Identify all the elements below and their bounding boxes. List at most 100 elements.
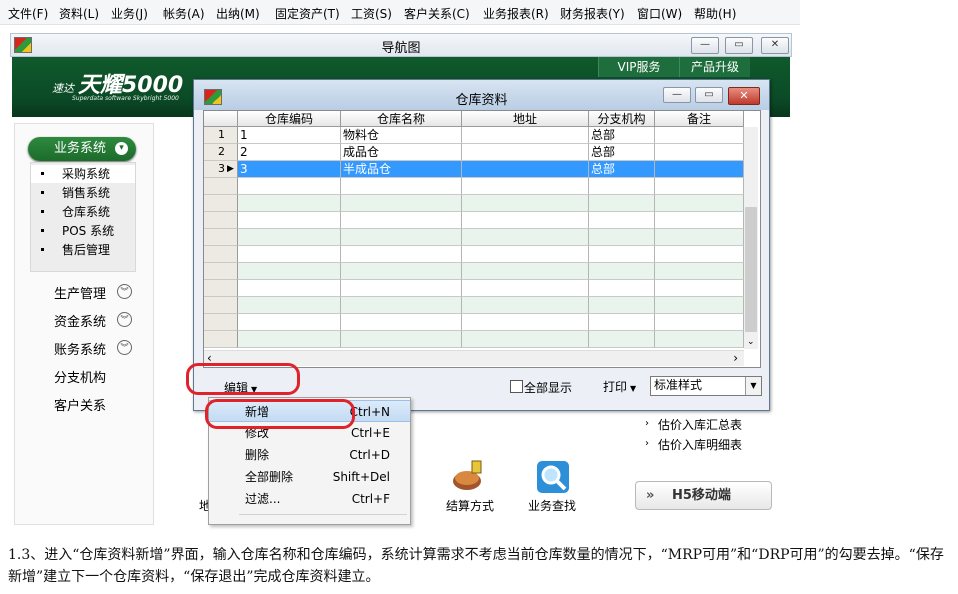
empty-cell[interactable] <box>238 314 341 331</box>
empty-cell[interactable] <box>655 263 744 280</box>
cell-address[interactable] <box>462 127 589 144</box>
empty-cell[interactable] <box>341 331 462 348</box>
row-number[interactable] <box>204 331 238 348</box>
nav-item-warehouse[interactable]: 仓库系统 <box>31 203 135 221</box>
maximize-button[interactable]: ▭ <box>725 37 753 54</box>
grid-header-address[interactable]: 地址 <box>462 111 589 127</box>
empty-cell[interactable] <box>589 331 655 348</box>
menu-cashier[interactable]: 出纳(M) <box>216 5 260 22</box>
nav-item-purchase[interactable]: 采购系统 <box>31 165 135 183</box>
empty-cell[interactable] <box>341 314 462 331</box>
empty-cell[interactable] <box>589 280 655 297</box>
link-valuation-summary[interactable]: 估价入库汇总表 <box>658 416 742 433</box>
cell-name[interactable]: 半成品仓 <box>341 161 462 178</box>
row-number[interactable] <box>204 246 238 263</box>
expand-icon[interactable]: ︾ <box>117 284 132 299</box>
empty-cell[interactable] <box>589 246 655 263</box>
empty-cell[interactable] <box>462 246 589 263</box>
cell-branch[interactable]: 总部 <box>589 127 655 144</box>
row-number[interactable] <box>204 297 238 314</box>
nav-item-after-sales[interactable]: 售后管理 <box>31 241 135 259</box>
menu-finance-reports[interactable]: 财务报表(Y) <box>560 5 625 22</box>
menu-business[interactable]: 业务(J) <box>111 5 148 22</box>
empty-cell[interactable] <box>655 229 744 246</box>
nav-group-funds[interactable]: 资金系统 <box>54 311 106 330</box>
empty-cell[interactable] <box>655 331 744 348</box>
empty-cell[interactable] <box>589 263 655 280</box>
cell-branch[interactable]: 总部 <box>589 161 655 178</box>
empty-cell[interactable] <box>238 212 341 229</box>
cell-code[interactable]: 3 <box>238 161 341 178</box>
print-button[interactable]: 打印 ▼ <box>603 378 636 395</box>
menu-business-reports[interactable]: 业务报表(R) <box>483 5 549 22</box>
empty-cell[interactable] <box>655 314 744 331</box>
menu-fixed-assets[interactable]: 固定资产(T) <box>275 5 340 22</box>
row-number[interactable] <box>204 229 238 246</box>
menu-window[interactable]: 窗口(W) <box>637 5 682 22</box>
expand-icon[interactable]: ︾ <box>117 340 132 355</box>
empty-cell[interactable] <box>655 212 744 229</box>
empty-cell[interactable] <box>589 178 655 195</box>
row-number[interactable] <box>204 280 238 297</box>
menu-item-delete-all[interactable]: 全部删除 Shift+Del <box>209 466 410 488</box>
product-upgrade-button[interactable]: 产品升级 <box>679 57 750 77</box>
empty-cell[interactable] <box>462 314 589 331</box>
empty-cell[interactable] <box>589 195 655 212</box>
menu-help[interactable]: 帮助(H) <box>694 5 736 22</box>
cell-note[interactable] <box>655 127 744 144</box>
business-system-button[interactable]: 业务系统 ▾ <box>28 137 136 161</box>
empty-cell[interactable] <box>462 297 589 314</box>
empty-cell[interactable] <box>238 280 341 297</box>
empty-cell[interactable] <box>589 212 655 229</box>
scroll-down-icon[interactable]: ⌄ <box>747 337 755 347</box>
empty-cell[interactable] <box>462 331 589 348</box>
cell-name[interactable]: 成品仓 <box>341 144 462 161</box>
empty-cell[interactable] <box>341 263 462 280</box>
nav-item-sales[interactable]: 销售系统 <box>31 184 135 202</box>
empty-cell[interactable] <box>341 297 462 314</box>
nav-group-branches[interactable]: 分支机构 <box>54 367 106 386</box>
empty-cell[interactable] <box>341 212 462 229</box>
h5-mobile-button[interactable]: » H5移动端 <box>635 481 772 510</box>
empty-cell[interactable] <box>462 212 589 229</box>
settlement-icon[interactable] <box>451 459 485 493</box>
row-number[interactable] <box>204 263 238 280</box>
menu-item-filter[interactable]: 过滤... Ctrl+F <box>209 488 410 510</box>
empty-cell[interactable] <box>341 280 462 297</box>
nav-item-pos[interactable]: POS 系统 <box>31 222 135 240</box>
minimize-button[interactable]: — <box>691 37 719 54</box>
empty-cell[interactable] <box>238 331 341 348</box>
empty-cell[interactable] <box>238 297 341 314</box>
grid-header-branch[interactable]: 分支机构 <box>589 111 655 127</box>
empty-cell[interactable] <box>462 280 589 297</box>
row-number[interactable] <box>204 212 238 229</box>
grid-header-name[interactable]: 仓库名称 <box>341 111 462 127</box>
empty-cell[interactable] <box>341 195 462 212</box>
chevron-down-icon[interactable]: ▼ <box>745 377 761 395</box>
empty-cell[interactable] <box>589 229 655 246</box>
row-number[interactable]: 3 ▶ <box>204 161 238 178</box>
row-number[interactable]: 2 <box>204 144 238 161</box>
vip-service-button[interactable]: VIP服务 <box>598 57 679 77</box>
show-all-checkbox[interactable] <box>510 380 523 393</box>
empty-cell[interactable] <box>462 263 589 280</box>
menu-data[interactable]: 资料(L) <box>59 5 99 22</box>
cell-name[interactable]: 物料仓 <box>341 127 462 144</box>
scroll-right-icon[interactable]: › <box>733 351 738 365</box>
row-number[interactable] <box>204 195 238 212</box>
empty-cell[interactable] <box>238 195 341 212</box>
vertical-scroll-thumb[interactable] <box>745 207 757 332</box>
row-number[interactable] <box>204 314 238 331</box>
print-style-select[interactable]: 标准样式 ▼ <box>650 376 762 396</box>
empty-cell[interactable] <box>655 178 744 195</box>
empty-cell[interactable] <box>655 246 744 263</box>
empty-cell[interactable] <box>655 297 744 314</box>
link-valuation-detail[interactable]: 估价入库明细表 <box>658 436 742 453</box>
nav-group-accounting[interactable]: 账务系统 <box>54 339 106 358</box>
cell-branch[interactable]: 总部 <box>589 144 655 161</box>
empty-cell[interactable] <box>341 246 462 263</box>
empty-cell[interactable] <box>462 195 589 212</box>
cell-code[interactable]: 1 <box>238 127 341 144</box>
empty-cell[interactable] <box>462 229 589 246</box>
row-number[interactable]: 1 <box>204 127 238 144</box>
